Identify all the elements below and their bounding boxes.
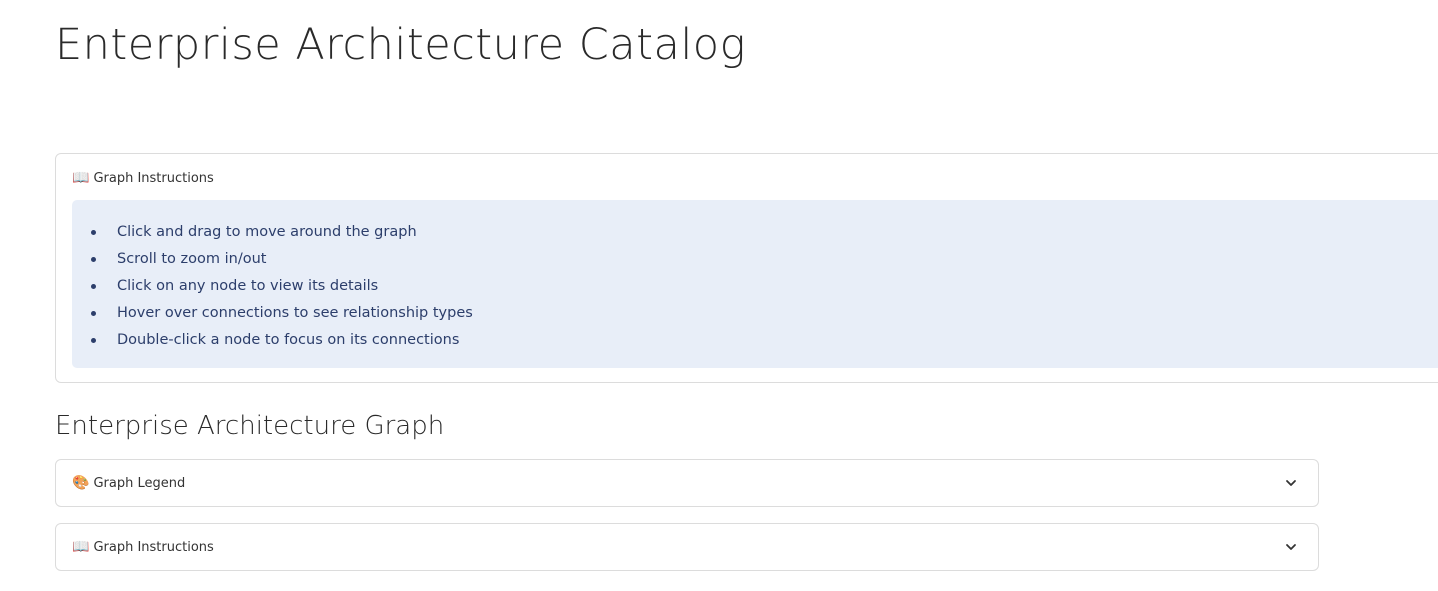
page-title: Enterprise Architecture Catalog [55, 20, 746, 70]
instruction-text: Double-click a node to focus on its conn… [117, 332, 460, 348]
bullet [91, 311, 96, 316]
chevron-down-icon[interactable] [1284, 476, 1298, 490]
instructions-list: Click and drag to move around the graph … [72, 221, 473, 356]
instructions-panel-title: Graph Instructions [93, 170, 214, 186]
palette-icon: 🎨 [72, 475, 90, 491]
instructions-panel-header[interactable]: 📖 Graph Instructions [72, 168, 214, 188]
graph-section-title: Enterprise Architecture Graph [55, 411, 445, 441]
instruction-text: Hover over connections to see relationsh… [117, 305, 473, 321]
chevron-down-icon[interactable] [1284, 540, 1298, 554]
bullet [91, 257, 96, 262]
list-item: Click and drag to move around the graph [72, 221, 473, 248]
instruction-text: Scroll to zoom in/out [117, 251, 267, 267]
bullet [91, 338, 96, 343]
page: Enterprise Architecture Catalog 📖 Graph … [0, 0, 1438, 591]
list-item: Scroll to zoom in/out [72, 248, 473, 275]
book-icon: 📖 [72, 539, 90, 555]
graph-legend-text: Graph Legend [93, 475, 186, 491]
graph-legend-panel[interactable]: 🎨 Graph Legend [55, 459, 1319, 507]
graph-legend-label: 🎨 Graph Legend [72, 460, 185, 506]
bullet [91, 284, 96, 289]
list-item: Double-click a node to focus on its conn… [72, 329, 473, 356]
graph-instructions-panel[interactable]: 📖 Graph Instructions [55, 523, 1319, 571]
graph-instructions-label: 📖 Graph Instructions [72, 524, 214, 570]
graph-instructions-text: Graph Instructions [93, 539, 214, 555]
instructions-panel-expanded: 📖 Graph Instructions Click and drag to m… [55, 153, 1438, 383]
instruction-text: Click and drag to move around the graph [117, 224, 417, 240]
bullet [91, 230, 96, 235]
list-item: Click on any node to view its details [72, 275, 473, 302]
list-item: Hover over connections to see relationsh… [72, 302, 473, 329]
instruction-text: Click on any node to view its details [117, 278, 379, 294]
instructions-box: Click and drag to move around the graph … [72, 200, 1438, 368]
book-icon: 📖 [72, 170, 90, 186]
